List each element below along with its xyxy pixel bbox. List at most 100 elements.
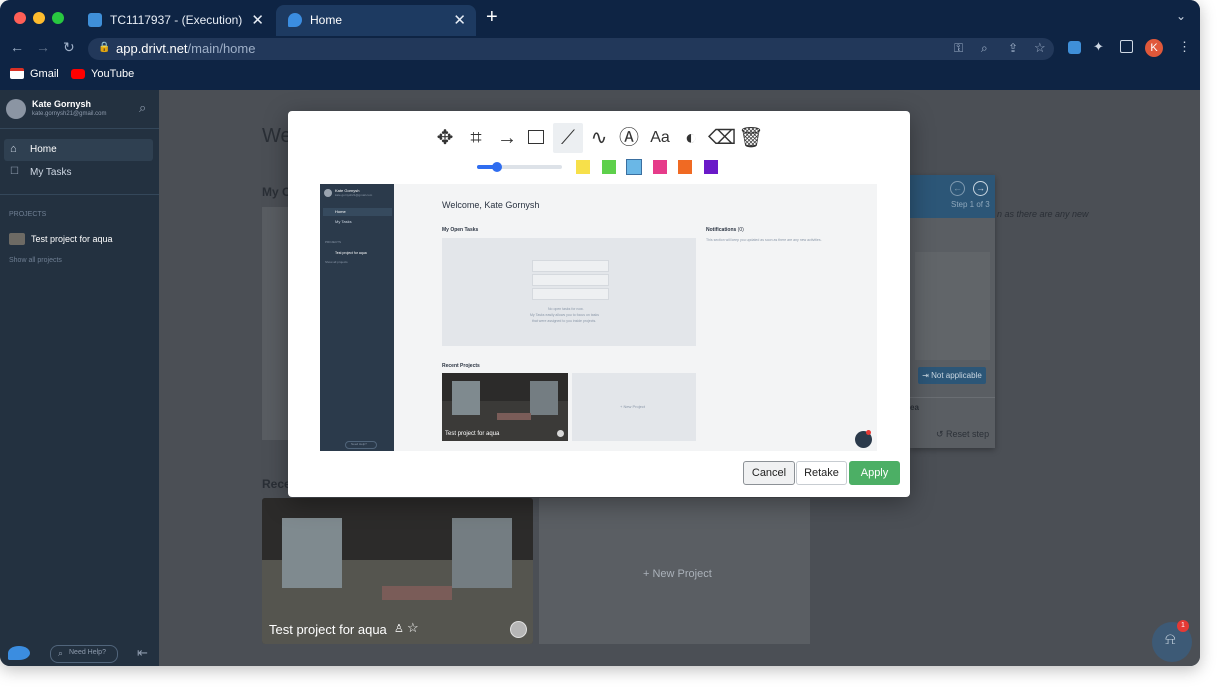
guide-panel-area [915, 252, 990, 360]
back-icon[interactable]: ← [10, 39, 24, 55]
preview-nav-home [323, 208, 392, 216]
bell-icon: ⍾ [1165, 631, 1176, 648]
preview-user-email: kate.gornysh21@gmail.com [335, 193, 373, 197]
preview-project-card-title: Test project for aqua [445, 431, 500, 437]
project-image-window [452, 518, 512, 588]
freehand-icon[interactable]: ∿ [586, 125, 612, 151]
reset-step-button[interactable]: ↺ Reset step [936, 429, 989, 440]
slider-handle[interactable] [492, 162, 503, 172]
preview-sidebar: Kate Gornysh kate.gornysh21@gmail.com Ho… [320, 184, 394, 451]
brush-size-slider[interactable] [477, 162, 562, 172]
home-icon: ⌂ [10, 143, 17, 155]
divider [910, 397, 995, 398]
sidebar-item-my-tasks[interactable]: ☐ My Tasks [4, 162, 153, 184]
preview-recent-projects: Recent Projects [442, 363, 480, 369]
retake-button[interactable]: Retake [796, 461, 847, 485]
maximize-window-button[interactable] [52, 12, 64, 24]
notifications-button[interactable]: ⍾ 1 [1152, 620, 1192, 662]
key-icon[interactable]: ⚿ [954, 41, 963, 56]
puzzle-icon[interactable]: ✦ [1093, 39, 1104, 55]
preview-notifications-text: This section will keep you updated as so… [706, 238, 822, 242]
bookmarks-bar: Gmail YouTube [0, 62, 1200, 91]
collapse-sidebar-icon[interactable]: ⇤ [137, 645, 148, 661]
kebab-menu-icon[interactable]: ⋮ [1178, 39, 1191, 55]
preview-project: Test project for aqua [335, 251, 367, 255]
preview-new-project-label: + New Project [620, 404, 646, 409]
preview-open-tasks: My Open Tasks [442, 227, 479, 233]
color-swatch[interactable] [703, 160, 718, 174]
zoom-icon[interactable]: ⌕ [981, 41, 988, 56]
color-swatch[interactable] [626, 159, 642, 175]
close-tab-icon[interactable]: ✕ [453, 11, 466, 29]
member-icon: ♙ [394, 623, 404, 635]
screenshot-editor-modal: ✥ ⌗ → ⟋ ∿ Ⓐ Aa ◐ ⌫ 🗑 Kate Gornysh kate.g… [288, 111, 910, 497]
preview-notifications: Notifications (0) [706, 227, 744, 233]
preview-task-placeholder [532, 260, 609, 272]
close-window-button[interactable] [14, 12, 26, 24]
avatar[interactable] [6, 99, 26, 119]
not-applicable-button[interactable]: ⇥ Not applicable [918, 367, 986, 384]
area-label: ea [910, 403, 919, 412]
share-icon[interactable]: ⇪ [1008, 41, 1018, 55]
gmail-icon [10, 68, 24, 79]
text-icon[interactable]: Aa [647, 125, 673, 151]
arrow-icon[interactable]: → [494, 125, 520, 151]
sidebar: Kate Gornysh kate.gornysh21@gmail.com ⌕ … [0, 90, 159, 666]
trash-icon[interactable]: 🗑 [738, 125, 764, 151]
preview-empty-text: My Tasks easily allows you to focus on t… [530, 313, 599, 317]
color-swatch[interactable] [652, 160, 667, 174]
blur-icon[interactable]: ◐ [678, 125, 704, 151]
profile-avatar[interactable]: K [1145, 39, 1163, 57]
prev-step-icon[interactable]: ← [950, 181, 965, 196]
color-swatch[interactable] [678, 160, 692, 174]
minimize-window-button[interactable] [33, 12, 45, 24]
rectangle-icon[interactable] [524, 125, 550, 151]
tab-home[interactable]: Home ✕ [276, 5, 476, 36]
preview-need-help-label: Need Help? [351, 442, 367, 446]
drivt-favicon-icon [288, 13, 302, 27]
search-icon[interactable]: ⌕ [139, 100, 146, 116]
sidebar-item-home[interactable]: ⌂ Home [4, 139, 153, 161]
tab-execution[interactable]: TC1117937 - (Execution) ✕ [76, 5, 274, 36]
user-email: kate.gornysh21@gmail.com [32, 111, 107, 117]
screenshot-preview[interactable]: Kate Gornysh kate.gornysh21@gmail.com Ho… [320, 184, 877, 451]
next-step-icon[interactable]: → [973, 181, 988, 196]
project-image-window [282, 518, 342, 588]
notification-badge: 1 [1177, 620, 1189, 632]
project-thumbnail [9, 233, 25, 245]
sidebar-project-link[interactable]: Test project for aqua [31, 234, 113, 244]
new-tab-button[interactable]: + [486, 6, 498, 29]
crop-icon[interactable]: ⌗ [463, 125, 489, 151]
close-tab-icon[interactable]: ✕ [251, 11, 264, 29]
preview-empty-text: No open tasks for now. [548, 307, 584, 311]
stamp-icon[interactable]: Ⓐ [616, 125, 642, 151]
bookmark-youtube[interactable]: YouTube [91, 68, 134, 80]
bookmark-star-icon[interactable]: ☆ [1034, 40, 1046, 56]
bookmark-gmail[interactable]: Gmail [30, 68, 59, 80]
tab-search-icon[interactable]: ⌄ [1176, 9, 1186, 23]
preview-notification-button [855, 430, 872, 448]
preview-task-placeholder [532, 274, 609, 286]
color-swatch[interactable] [576, 160, 590, 174]
line-icon[interactable]: ⟋ [553, 123, 583, 153]
url-field[interactable]: 🔒 app.drivt.net/main/home ⚿ ⌕ ⇪ ☆ [88, 38, 1054, 60]
divider [0, 128, 159, 129]
tab-bar: TC1117937 - (Execution) ✕ Home ✕ + ⌄ [0, 0, 1200, 36]
project-card[interactable]: Test project for aqua ♙ ☆ [262, 498, 533, 644]
preview-nav-label: My Tasks [335, 219, 352, 224]
eraser-icon[interactable]: ⌫ [708, 125, 736, 151]
reload-icon[interactable]: ↻ [63, 39, 75, 56]
cancel-button[interactable]: Cancel [743, 461, 795, 485]
extension-icon[interactable] [1068, 41, 1081, 54]
star-icon[interactable]: ☆ [407, 620, 419, 636]
new-project-card[interactable]: + New Project [539, 498, 810, 644]
preview-show-all: Show all projects [325, 260, 348, 264]
color-swatch[interactable] [601, 160, 616, 174]
forward-icon[interactable]: → [36, 39, 50, 55]
need-help-button[interactable]: ⌕ Need Help? [50, 645, 118, 663]
sidepanel-icon[interactable] [1120, 40, 1133, 53]
open-tasks-heading: My O [262, 185, 292, 199]
move-icon[interactable]: ✥ [432, 125, 458, 151]
show-all-projects-link[interactable]: Show all projects [9, 257, 62, 264]
apply-button[interactable]: Apply [849, 461, 900, 485]
